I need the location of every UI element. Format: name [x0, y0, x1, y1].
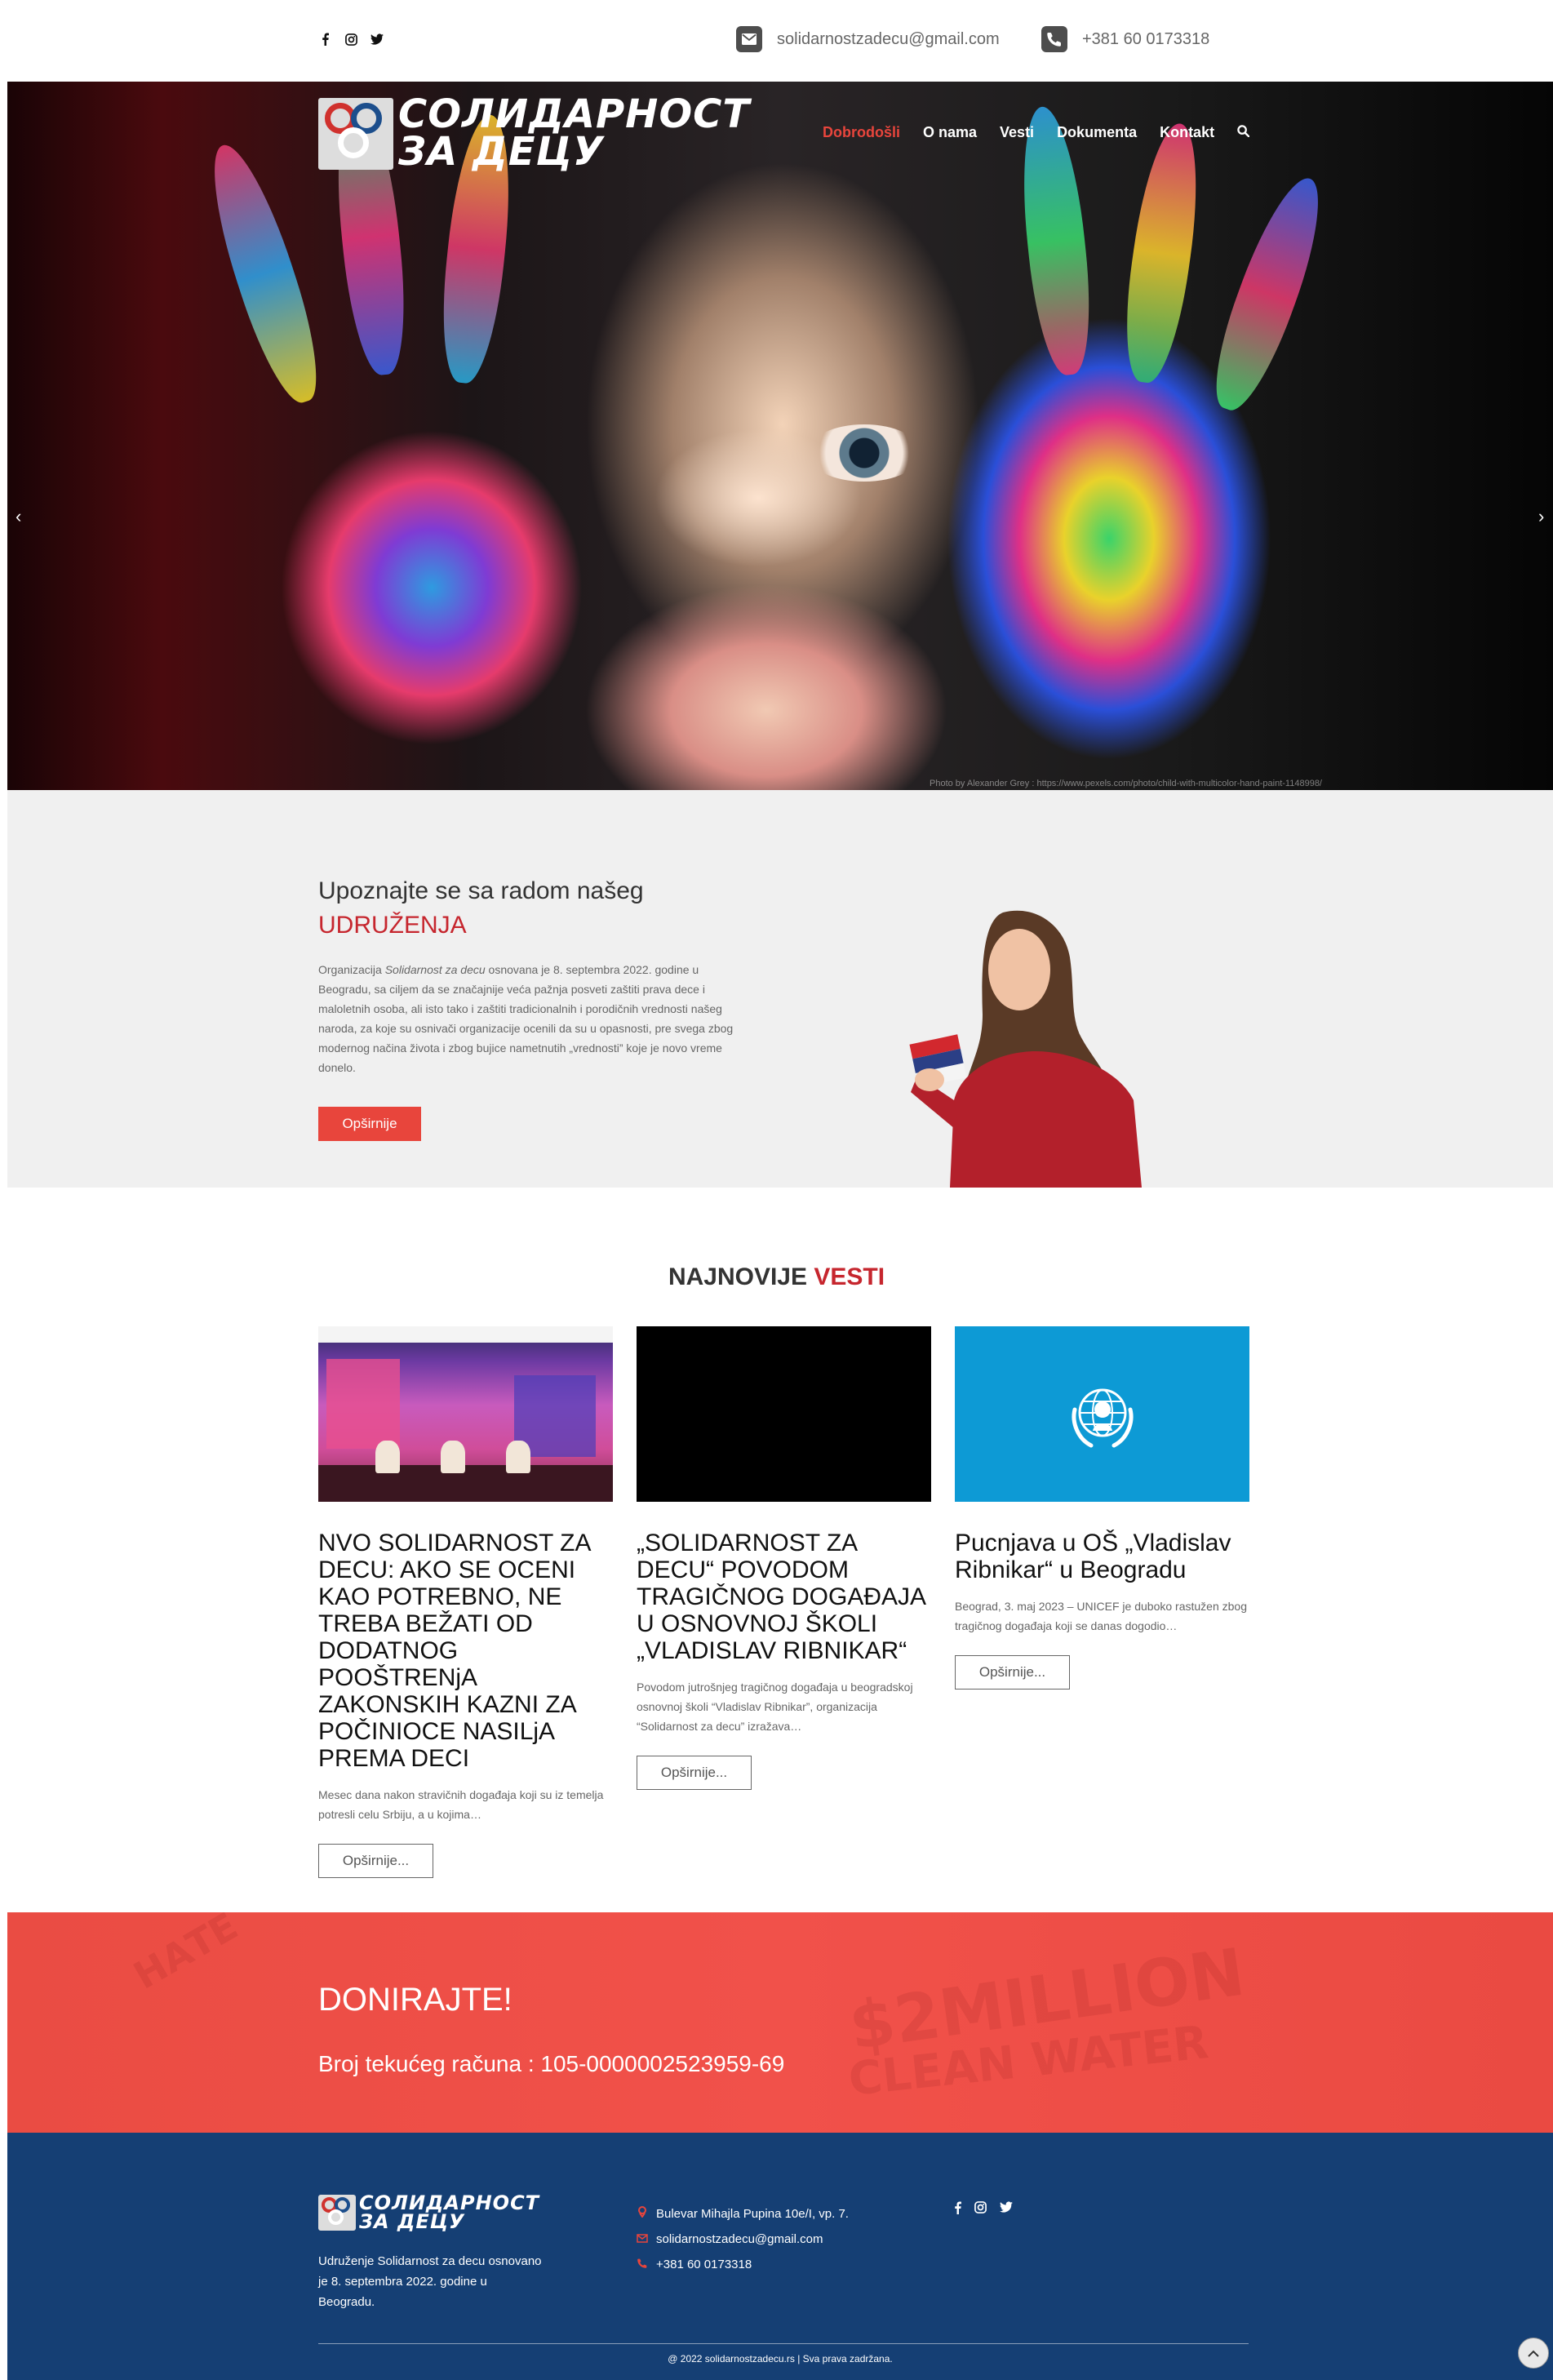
nav-item-vesti[interactable]: Vesti	[1000, 124, 1034, 141]
news-card-title[interactable]: Pucnjava u OŠ „Vladislav Ribnikar“ u Beo…	[955, 1530, 1249, 1583]
news-card: „SOLIDARNOST ZA DECU“ POVODOM TRAGIČNOG …	[637, 1326, 931, 1790]
about-title-text: Upoznajte se sa radom našeg	[318, 877, 644, 904]
instagram-icon[interactable]	[974, 2201, 987, 2218]
logo-mark	[318, 97, 393, 170]
search-icon[interactable]	[1237, 124, 1250, 141]
about-section: Upoznajte se sa radom našeg UDRUŽENJA Or…	[7, 790, 1553, 1188]
top-social-links	[317, 31, 384, 47]
unicef-logo-icon	[1072, 1388, 1133, 1447]
news-card-title[interactable]: „SOLIDARNOST ZA DECU“ POVODOM TRAGIČNOG …	[637, 1530, 931, 1664]
news-card-excerpt: Povodom jutrošnjeg tragičnog događaja u …	[637, 1681, 913, 1733]
nav-item-dokumenta[interactable]: Dokumenta	[1057, 124, 1137, 141]
about-more-button[interactable]: Opširnije	[318, 1107, 421, 1141]
about-title: Upoznajte se sa radom našeg UDRUŽENJA	[318, 874, 644, 943]
top-email[interactable]: solidarnostzadecu@gmail.com	[736, 26, 1000, 52]
hero-slider: СОЛИДАРНОСТ ЗА ДЕЦУ Dobrodošli O nama Ve…	[7, 82, 1553, 790]
footer-logo-line-2: ЗА ДЕЦУ	[359, 2209, 465, 2233]
facebook-icon[interactable]	[317, 31, 332, 47]
nav-item-dobrodosli[interactable]: Dobrodošli	[823, 124, 900, 141]
news-card-more-button[interactable]: Opširnije...	[318, 1844, 433, 1878]
site-logo[interactable]: СОЛИДАРНОСТ ЗА ДЕЦУ	[318, 91, 751, 175]
twitter-icon[interactable]	[370, 31, 384, 47]
footer-divider	[318, 2343, 1249, 2344]
news-card-excerpt: Mesec dana nakon stravičnih događaja koj…	[318, 1788, 604, 1821]
footer-phone[interactable]: +381 60 0173318	[637, 2252, 849, 2277]
footer-logo-mark	[318, 2194, 356, 2231]
slider-prev-arrow[interactable]: ‹	[16, 506, 21, 527]
footer-about-text: Udruženje Solidarnost za decu osnovano j…	[318, 2254, 542, 2309]
nav-item-kontakt[interactable]: Kontakt	[1160, 124, 1214, 141]
donate-section: НАТЕ $2MILLION CLEAN WATER DONIRAJTE! Br…	[7, 1912, 1553, 2133]
news-card-excerpt: Beograd, 3. maj 2023 – UNICEF je duboko …	[955, 1600, 1247, 1632]
donate-account: Broj tekućeg računa : 105-0000002523959-…	[318, 2051, 785, 2076]
envelope-icon	[637, 2227, 648, 2252]
chevron-up-icon	[1528, 2350, 1539, 2357]
donate-title: DONIRAJTE!	[318, 1982, 512, 2018]
top-phone[interactable]: +381 60 0173318	[1041, 26, 1209, 52]
phone-icon	[1041, 26, 1067, 52]
envelope-icon	[736, 26, 762, 52]
footer-contact: Bulevar Mihajla Pupina 10e/I, vp. 7. sol…	[637, 2201, 849, 2277]
footer-copyright: @ 2022 solidarnostzadecu.rs | Sva prava …	[668, 2353, 893, 2364]
news-card-title[interactable]: NVO SOLIDARNOST ZA DECU: AKO SE OCENI KA…	[318, 1530, 613, 1772]
logo-line-2: ЗА ДЕЦУ	[398, 128, 605, 175]
footer-email-text: solidarnostzadecu@gmail.com	[656, 2232, 823, 2246]
footer-logo[interactable]: СОЛИДАРНОСТ ЗА ДЕЦУ	[318, 2193, 539, 2233]
logo-line-1: СОЛИДАРНОСТ	[398, 91, 751, 137]
girl-with-flag-image	[909, 910, 1142, 1188]
footer-address: Bulevar Mihajla Pupina 10e/I, vp. 7.	[637, 2201, 849, 2227]
top-phone-text: +381 60 0173318	[1082, 29, 1210, 48]
news-card-more-button[interactable]: Opširnije...	[637, 1756, 752, 1790]
scroll-to-top-button[interactable]	[1518, 2338, 1549, 2369]
news-card-image[interactable]	[955, 1326, 1249, 1502]
footer-email[interactable]: solidarnostzadecu@gmail.com	[637, 2227, 849, 2252]
news-card: NVO SOLIDARNOST ZA DECU: AKO SE OCENI KA…	[318, 1326, 613, 1878]
about-text-post: osnovana je 8. septembra 2022. godine u …	[318, 963, 734, 1074]
about-text-org: Solidarnost za decu	[384, 963, 486, 976]
footer-address-text: Bulevar Mihajla Pupina 10e/I, vp. 7.	[656, 2207, 849, 2221]
about-text: Organizacija Solidarnost za decu osnovan…	[318, 960, 751, 1077]
news-card: Pucnjava u OŠ „Vladislav Ribnikar“ u Beo…	[955, 1326, 1249, 1690]
news-title-text: NAJNOVIJE	[668, 1263, 807, 1290]
child-eye	[807, 424, 921, 482]
top-email-text: solidarnostzadecu@gmail.com	[777, 29, 1000, 48]
footer: СОЛИДАРНОСТ ЗА ДЕЦУ Udruženje Solidarnos…	[7, 2133, 1553, 2380]
photo-credit: Photo by Alexander Grey : https://www.pe…	[930, 779, 1322, 788]
logo-text: СОЛИДАРНОСТ ЗА ДЕЦУ	[398, 91, 751, 175]
bg-decor: НАТЕ	[126, 1912, 246, 1998]
twitter-icon[interactable]	[1000, 2201, 1013, 2218]
instagram-icon[interactable]	[344, 31, 358, 47]
about-text-pre: Organizacija	[318, 963, 385, 976]
footer-social-links	[954, 2201, 1013, 2218]
news-card-image[interactable]	[637, 1326, 931, 1502]
phone-icon	[637, 2252, 648, 2277]
top-bar: solidarnostzadecu@gmail.com +381 60 0173…	[0, 0, 1553, 82]
footer-logo-text: СОЛИДАРНОСТ ЗА ДЕЦУ	[359, 2193, 539, 2233]
main-nav: Dobrodošli O nama Vesti Dokumenta Kontak…	[823, 124, 1250, 141]
news-card-more-button[interactable]: Opširnije...	[955, 1655, 1070, 1690]
news-section-title: NAJNOVIJE VESTI	[0, 1263, 1553, 1291]
footer-phone-text: +381 60 0173318	[656, 2258, 752, 2271]
news-title-red: VESTI	[814, 1263, 885, 1290]
nav-item-o-nama[interactable]: O nama	[923, 124, 977, 141]
facebook-icon[interactable]	[954, 2201, 961, 2218]
slider-next-arrow[interactable]: ›	[1538, 506, 1544, 527]
about-title-red: UDRUŽENJA	[318, 912, 467, 939]
news-card-image[interactable]	[318, 1326, 613, 1502]
map-marker-icon	[637, 2201, 648, 2227]
